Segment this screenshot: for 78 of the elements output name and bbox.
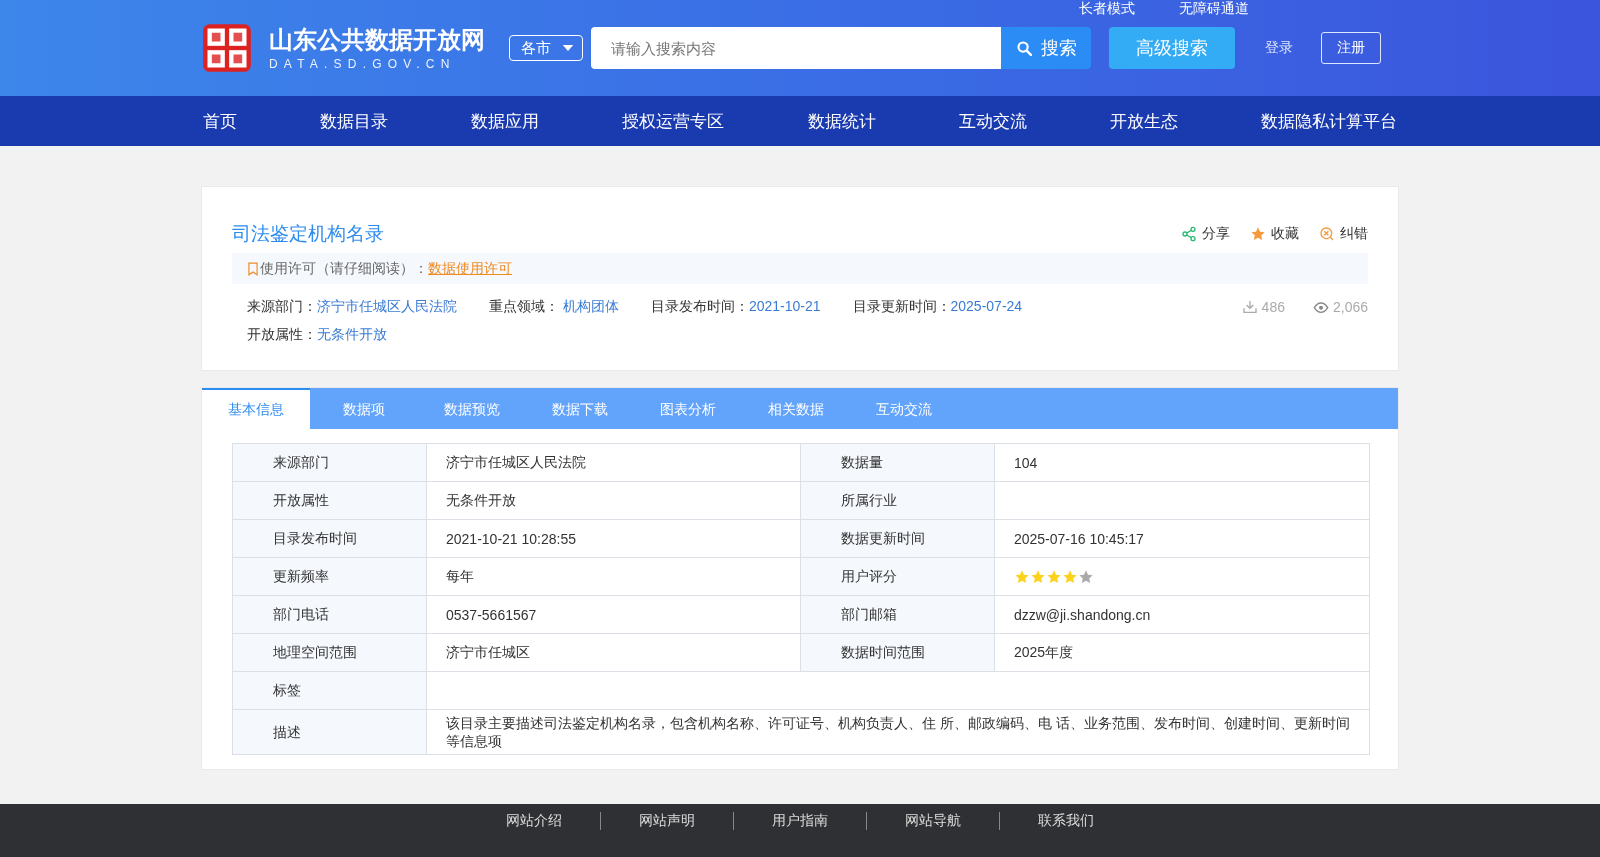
site-domain: DATA.SD.GOV.CN <box>269 57 457 71</box>
footer-link[interactable]: 网站导航 <box>866 812 999 830</box>
meta-value[interactable]: 济宁市任城区人民法院 <box>317 298 457 314</box>
tab[interactable]: 基本信息 <box>202 388 310 429</box>
meta-label: 重点领域： <box>489 298 560 314</box>
footer-link[interactable]: 网站声明 <box>600 812 733 830</box>
meta-value[interactable]: 无条件开放 <box>317 326 387 342</box>
star-icon <box>1029 568 1046 585</box>
logo-icon <box>201 22 253 74</box>
favorite-button[interactable]: 收藏 <box>1250 225 1299 243</box>
label-cell: 地理空间范围 <box>232 633 427 672</box>
top-link[interactable]: 无障碍通道 <box>1179 0 1249 18</box>
label-cell: 来源部门 <box>232 443 427 482</box>
value-cell: 2021-10-21 10:28:55 <box>426 519 801 558</box>
star-icon <box>1061 568 1078 585</box>
bookmark-icon <box>246 260 260 277</box>
meta-label: 开放属性： <box>247 326 317 342</box>
value-cell: 济宁市任城区 <box>426 633 801 672</box>
report-button[interactable]: 纠错 <box>1319 225 1368 243</box>
meta-label: 目录更新时间： <box>852 298 951 314</box>
nav-item[interactable]: 授权运营专区 <box>620 109 727 133</box>
value-cell: 0537-5661567 <box>426 595 801 634</box>
nav-item[interactable]: 首页 <box>201 109 239 133</box>
downloads-count: 486 <box>1261 299 1285 315</box>
meta-label: 目录发布时间： <box>650 298 749 314</box>
star-icon <box>1045 568 1062 585</box>
label-cell: 部门电话 <box>232 595 427 634</box>
label-cell: 所属行业 <box>800 481 995 520</box>
eye-icon <box>1312 299 1329 315</box>
nav-item[interactable]: 数据应用 <box>469 109 542 133</box>
download-icon <box>1241 299 1258 315</box>
label-cell: 更新频率 <box>232 557 427 596</box>
star-icon <box>1250 226 1266 242</box>
site-name: 山东公共数据开放网 <box>269 25 485 55</box>
label-cell: 部门邮箱 <box>800 595 995 634</box>
meta-label: 来源部门： <box>247 298 317 314</box>
search-button[interactable]: 搜索 <box>1001 27 1091 69</box>
city-select[interactable]: 各市 <box>509 35 583 61</box>
label-cell: 描述 <box>232 709 427 755</box>
label-cell: 标签 <box>232 671 427 710</box>
license-label: 使用许可（请仔细阅读）： <box>260 259 428 278</box>
label-cell: 数据量 <box>800 443 995 482</box>
meta-value[interactable]: 机构团体 <box>562 298 619 314</box>
value-cell: 每年 <box>426 557 801 596</box>
value-cell: 济宁市任城区人民法院 <box>426 443 801 482</box>
star-icon <box>1077 568 1094 585</box>
nav-item[interactable]: 数据统计 <box>805 109 878 133</box>
login-link[interactable]: 登录 <box>1265 39 1293 57</box>
label-cell: 开放属性 <box>232 481 427 520</box>
register-button[interactable]: 注册 <box>1321 32 1381 64</box>
label-cell: 数据时间范围 <box>800 633 995 672</box>
value-cell: 无条件开放 <box>426 481 801 520</box>
dataset-title: 司法鉴定机构名录 <box>232 222 384 246</box>
views-count: 2,066 <box>1332 299 1368 315</box>
meta-value[interactable]: 2021-10-21 <box>748 298 821 314</box>
star-icon <box>1013 568 1030 585</box>
value-cell: 2025-07-16 10:45:17 <box>994 519 1370 558</box>
footer-link[interactable]: 用户指南 <box>733 812 866 830</box>
footer-link[interactable]: 联系我们 <box>999 812 1132 830</box>
search-icon <box>1015 39 1033 57</box>
magnifier-cross-icon <box>1319 226 1335 242</box>
label-cell: 目录发布时间 <box>232 519 427 558</box>
footer-link[interactable]: 网站介绍 <box>468 812 600 830</box>
value-cell: dzzw@ji.shandong.cn <box>994 595 1370 634</box>
value-cell: 该目录主要描述司法鉴定机构名录，包含机构名称、许可证号、机构负责人、住 所、邮政编码、电 话、业务范围、发布时间、创建时间、更新时间等信息项 <box>426 709 1370 755</box>
search-field[interactable]: 请输入搜索内容 <box>591 27 1001 69</box>
nav-item[interactable]: 数据目录 <box>318 109 391 133</box>
label-cell: 数据更新时间 <box>800 519 995 558</box>
value-cell: 104 <box>994 443 1370 482</box>
share-icon <box>1181 226 1197 242</box>
nav-item[interactable]: 开放生态 <box>1107 109 1180 133</box>
share-button[interactable]: 分享 <box>1181 225 1230 243</box>
label-cell: 用户评分 <box>800 557 995 596</box>
nav-item[interactable]: 互动交流 <box>956 109 1029 133</box>
meta-value[interactable]: 2025-07-24 <box>950 298 1023 314</box>
value-cell: 2025年度 <box>994 633 1370 672</box>
top-link[interactable]: 长者模式 <box>1079 0 1135 18</box>
nav-item[interactable]: 数据隐私计算平台 <box>1259 109 1399 133</box>
